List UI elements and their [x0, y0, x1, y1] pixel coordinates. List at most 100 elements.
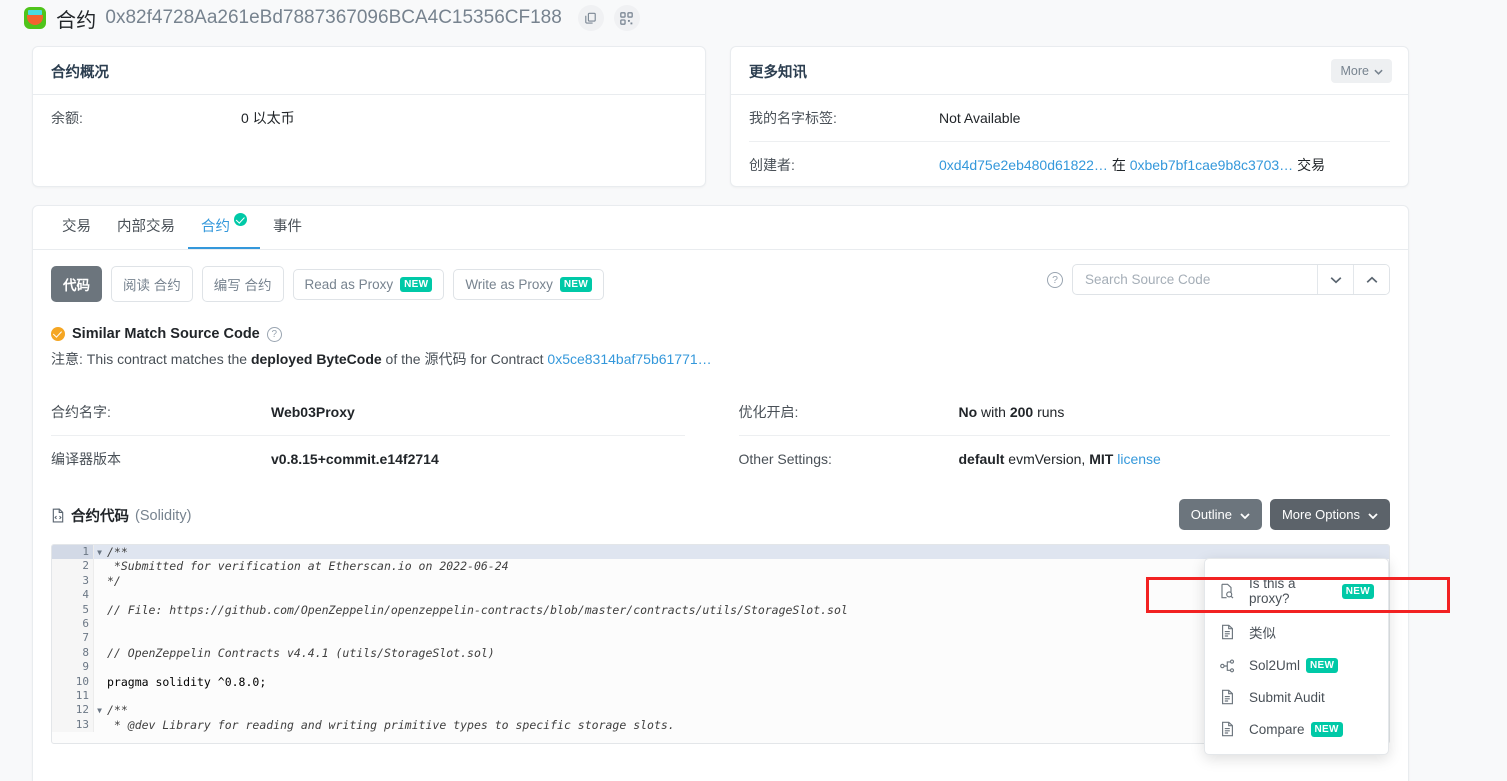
similar-match-block: Similar Match Source Code ? 注意: This con…: [33, 302, 1408, 369]
contract-address: 0x82f4728Aa261eBd7887367096BCA4C15356CF1…: [105, 7, 561, 29]
question-circle-icon[interactable]: ?: [267, 327, 282, 342]
menu-item-submit-audit[interactable]: Submit Audit: [1205, 681, 1388, 713]
chevron-down-icon: [1330, 272, 1342, 287]
code-line-text: *Submitted for verification at Etherscan…: [94, 559, 509, 573]
copy-address-button[interactable]: [578, 5, 604, 31]
more-dropdown-button[interactable]: More: [1331, 59, 1392, 83]
subtab-write-contract-button[interactable]: 编写 合约: [202, 266, 284, 302]
question-circle-icon[interactable]: ?: [1047, 272, 1063, 288]
license-link[interactable]: license: [1117, 451, 1161, 467]
overview-card-body: 余额: 0 以太币: [33, 95, 705, 141]
search-collapse-up-button[interactable]: [1353, 265, 1389, 294]
note-text-1: This contract matches the: [83, 351, 251, 367]
menu-item-label-group: Submit Audit: [1249, 690, 1325, 705]
contract-name-value: Web03Proxy: [271, 404, 355, 420]
code-line: 9: [52, 660, 1389, 674]
contract-subtoolbar: 代码 阅读 合约 编写 合约 Read as Proxy NEW Write a…: [33, 250, 1408, 302]
menu-item-compare[interactable]: Compare NEW: [1205, 713, 1388, 745]
code-fold-toggle-icon[interactable]: ▼: [97, 546, 102, 560]
code-line-text: // File: https://github.com/OpenZeppelin…: [94, 603, 848, 617]
code-lines: 1▼/**2 *Submitted for verification at Et…: [52, 545, 1389, 732]
qr-code-button[interactable]: [614, 5, 640, 31]
detail-row-optimization: 优化开启: No with 200 runs: [739, 389, 1391, 435]
balance-value: 0 以太币: [241, 108, 295, 128]
code-line: 4: [52, 588, 1389, 602]
tab-contract[interactable]: 合约: [188, 205, 260, 249]
new-badge: NEW: [400, 277, 432, 292]
subtab-read-contract-button[interactable]: 阅读 合约: [111, 266, 193, 302]
similar-match-title: Similar Match Source Code: [72, 326, 260, 342]
compiler-version-value: v0.8.15+commit.e14f2714: [271, 451, 439, 467]
code-fold-toggle-icon[interactable]: ▼: [97, 704, 102, 718]
subtab-read-as-proxy-button[interactable]: Read as Proxy NEW: [293, 269, 445, 300]
qr-code-icon: [620, 12, 633, 25]
source-code-title-group: 合约代码 (Solidity): [51, 505, 191, 526]
more-options-label: More Options: [1282, 507, 1360, 522]
optimization-runs-suffix: runs: [1033, 404, 1064, 420]
verified-check-icon: [234, 213, 247, 226]
tab-events[interactable]: 事件: [260, 205, 315, 249]
menu-item-similar[interactable]: 类似: [1205, 614, 1388, 650]
menu-item-sol2uml[interactable]: Sol2Uml NEW: [1205, 650, 1388, 681]
creator-address-link[interactable]: 0xd4d75e2eb480d61822…: [939, 157, 1108, 173]
code-line-number: 13: [52, 718, 94, 732]
source-code-header: 合约代码 (Solidity) Outline More Options: [33, 481, 1408, 526]
similar-match-note: 注意: This contract matches the deployed B…: [51, 349, 1390, 369]
subtab-write-as-proxy-label: Write as Proxy: [465, 277, 553, 292]
code-line: 10pragma solidity ^0.8.0;: [52, 675, 1389, 689]
subtab-write-as-proxy-button[interactable]: Write as Proxy NEW: [453, 269, 604, 300]
code-line-number: 3: [52, 574, 94, 588]
other-settings-label: Other Settings:: [739, 451, 959, 467]
file-icon: [1219, 689, 1235, 705]
search-expand-down-button[interactable]: [1317, 265, 1353, 294]
source-code-title: 合约代码: [71, 505, 129, 526]
file-icon: [1219, 624, 1235, 640]
optimization-value: No with 200 runs: [959, 404, 1065, 420]
code-line-text: // OpenZeppelin Contracts v4.4.1 (utils/…: [94, 646, 495, 660]
evm-version-suffix: evmVersion,: [1004, 451, 1089, 467]
code-line-text: [94, 689, 107, 703]
code-line: 8// OpenZeppelin Contracts v4.4.1 (utils…: [52, 646, 1389, 660]
code-line-text: [94, 617, 107, 631]
code-line: 11: [52, 689, 1389, 703]
more-info-card: 更多知讯 More 我的名字标签: Not Available 创建者: 0xd…: [730, 46, 1409, 187]
outline-button[interactable]: Outline: [1179, 499, 1262, 530]
tab-internal-transactions[interactable]: 内部交易: [104, 205, 188, 249]
more-options-button[interactable]: More Options: [1270, 499, 1390, 530]
tab-transactions[interactable]: 交易: [49, 205, 104, 249]
creator-tx-link[interactable]: 0xbeb7bf1cae9b8c3703…: [1130, 157, 1293, 173]
more-info-card-body: 我的名字标签: Not Available 创建者: 0xd4d75e2eb48…: [731, 95, 1408, 187]
new-badge: NEW: [1306, 658, 1338, 673]
creator-value: 0xd4d75e2eb480d61822… 在 0xbeb7bf1cae9b8c…: [939, 155, 1325, 175]
creator-suffix-text: 交易: [1297, 157, 1325, 173]
code-line-text: * @dev Library for reading and writing p…: [94, 718, 675, 732]
menu-item-label-group: 类似: [1249, 622, 1276, 642]
matched-contract-link[interactable]: 0x5ce8314baf75b61771…: [547, 351, 711, 367]
search-input[interactable]: [1073, 265, 1317, 294]
file-search-icon: [1219, 583, 1235, 599]
chevron-down-icon: [1374, 64, 1383, 78]
new-badge: NEW: [560, 277, 592, 292]
menu-item-label: Is this a proxy?: [1249, 576, 1336, 606]
code-line: 3*/: [52, 574, 1389, 588]
code-line-text: */: [94, 574, 121, 588]
source-code-viewer[interactable]: 1▼/**2 *Submitted for verification at Et…: [51, 544, 1390, 744]
menu-item-is-this-a-proxy[interactable]: Is this a proxy? NEW: [1205, 568, 1388, 614]
note-text-4: for Contract: [466, 351, 547, 367]
subtab-code-button[interactable]: 代码: [51, 266, 102, 302]
details-right-column: 优化开启: No with 200 runs Other Settings: d…: [721, 389, 1391, 481]
code-line: 1▼/**: [52, 545, 1389, 559]
outline-label: Outline: [1191, 507, 1232, 522]
nametag-value: Not Available: [939, 110, 1020, 126]
code-line-number: 11: [52, 689, 94, 703]
code-line-number: 2: [52, 559, 94, 573]
contract-details-grid: 合约名字: Web03Proxy 编译器版本 v0.8.15+commit.e1…: [33, 389, 1408, 481]
menu-item-label-group: Is this a proxy? NEW: [1249, 576, 1374, 606]
creator-mid-text: 在: [1112, 157, 1126, 173]
code-line-number: 12▼: [52, 703, 94, 717]
subtab-write-contract-label: 编写 合约: [214, 274, 272, 294]
more-options-dropdown-menu: Is this a proxy? NEW 类似: [1204, 558, 1389, 755]
search-source-code-box: [1072, 264, 1390, 295]
code-line: 13 * @dev Library for reading and writin…: [52, 718, 1389, 732]
tab-bar: 交易 内部交易 合约 事件: [33, 206, 1408, 250]
